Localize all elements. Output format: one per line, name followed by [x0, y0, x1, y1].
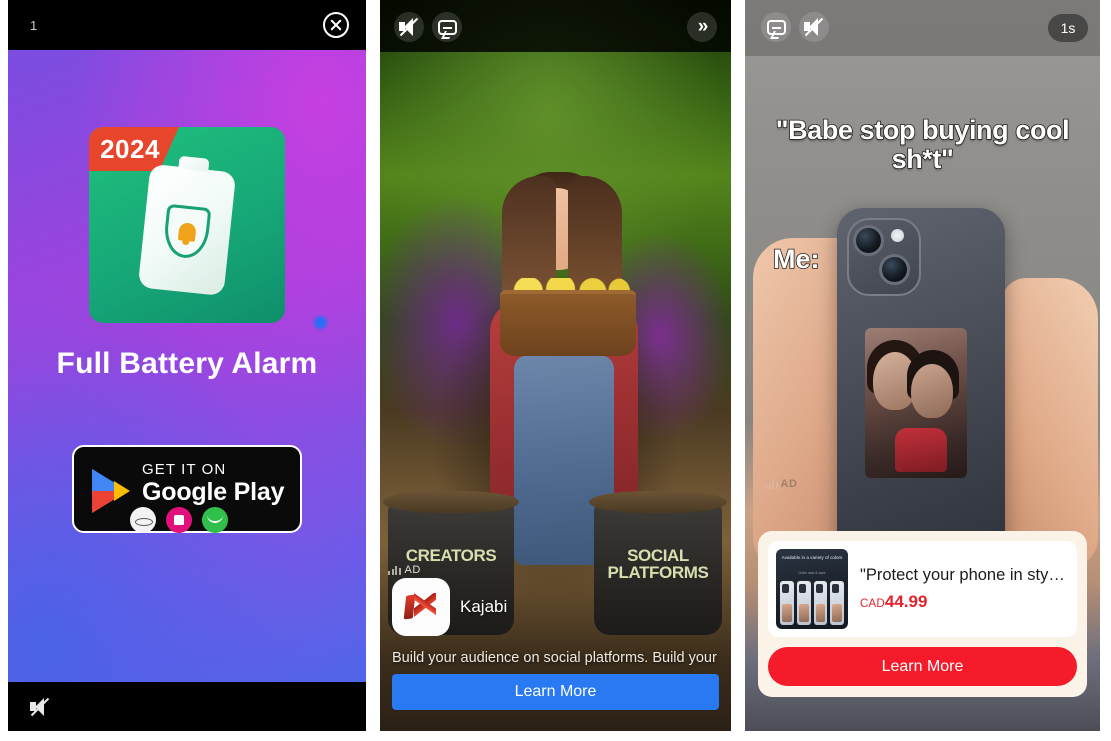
speaker-muted-icon[interactable]: [30, 697, 50, 717]
ad-topbar: »: [380, 0, 731, 52]
bucket-left-label: CREATORS: [405, 546, 497, 565]
ad-watermark: AD: [765, 478, 798, 490]
currency-label: CAD: [860, 598, 885, 610]
kajabi-logo-icon: [392, 578, 450, 636]
ad-bottombar: [8, 682, 366, 731]
caption-bubble-icon[interactable]: [432, 12, 462, 42]
speaker-muted-icon[interactable]: [394, 12, 424, 42]
product-title: "Protect your phone in sty…: [860, 566, 1065, 584]
google-play-button[interactable]: GET IT ON Google Play: [72, 445, 302, 533]
learn-more-button[interactable]: Learn More: [768, 647, 1077, 686]
ad-description: Build your audience on social platforms.…: [392, 650, 719, 666]
ad-topbar: 1: [8, 0, 366, 50]
panel-phonecase-ad: "Babe stop buying cool sh*t" Me: AD 1s A…: [745, 0, 1100, 731]
thumbnail-subline: Order now & save: [798, 571, 826, 575]
ad-screenshot-grid: 2024 Full Battery Alarm GET IT ON Google…: [0, 0, 1111, 741]
ad-disclosure-tag: AD: [388, 564, 421, 576]
panel-kajabi-ad: CREATORS SOCIAL PLATFORMS » AD Kajabi Bu…: [380, 0, 731, 731]
google-play-icon-accent: [114, 481, 130, 501]
product-thumbnail: Available in a variety of colors Order n…: [776, 549, 848, 629]
oem-badge-row: [130, 507, 228, 533]
hand-right: [1002, 278, 1098, 568]
sponsored-bars-icon: [765, 479, 778, 489]
samsung-icon: [130, 507, 156, 533]
phone-device: [837, 208, 1005, 564]
speaker-muted-icon[interactable]: [799, 12, 829, 42]
ad-creative-surface[interactable]: 2024 Full Battery Alarm GET IT ON Google…: [8, 50, 366, 682]
skip-label: »: [697, 16, 708, 37]
product-card[interactable]: Available in a variety of colors Order n…: [758, 531, 1087, 697]
app-icon: 2024: [89, 127, 285, 323]
store-name-label: Google Play: [142, 478, 285, 506]
skip-forward-button[interactable]: »: [687, 12, 717, 42]
case-printed-photo: [865, 328, 967, 478]
camera-lens-icon: [879, 254, 910, 285]
ad-timer-badge: 1s: [1048, 14, 1088, 42]
camera-flash-icon: [891, 229, 904, 242]
ad-label: AD: [404, 564, 421, 576]
ad-label: AD: [780, 478, 798, 490]
store-eyebrow-label: GET IT ON: [142, 461, 227, 478]
panel-playable-ad: 2024 Full Battery Alarm GET IT ON Google…: [8, 0, 366, 731]
advertiser-row[interactable]: Kajabi: [392, 578, 507, 636]
bell-icon: [177, 222, 197, 243]
shield-icon: [162, 204, 212, 261]
meme-quote-text: "Babe stop buying cool sh*t": [775, 115, 1071, 175]
xiaomi-icon: [166, 507, 192, 533]
thumbnail-headline: Available in a variety of colors: [781, 555, 843, 560]
battery-icon: [137, 163, 237, 297]
basket: [500, 290, 636, 356]
cursor-dot-indicator: [314, 316, 327, 329]
camera-module: [847, 218, 921, 296]
ad-counter: 1: [30, 18, 38, 33]
sponsored-bars-icon: [388, 565, 401, 575]
oppo-icon: [202, 507, 228, 533]
bucket-right-label: SOCIAL PLATFORMS: [607, 546, 709, 582]
caption-bubble-icon[interactable]: [761, 12, 791, 42]
camera-lens-icon: [853, 225, 884, 256]
advertiser-name: Kajabi: [460, 597, 508, 616]
close-circle-icon[interactable]: [323, 12, 349, 38]
meme-reply-text: Me:: [772, 243, 820, 275]
app-title: Full Battery Alarm: [56, 347, 318, 380]
ad-topbar: 1s: [745, 0, 1100, 56]
product-card-inner[interactable]: Available in a variety of colors Order n…: [768, 541, 1077, 637]
product-price: CAD44.99: [860, 592, 1067, 612]
product-info: "Protect your phone in sty… CAD44.99: [860, 566, 1067, 612]
learn-more-button[interactable]: Learn More: [392, 674, 719, 710]
price-value: 44.99: [884, 592, 928, 611]
bucket-right: SOCIAL PLATFORMS: [589, 491, 727, 635]
thumbnail-cases: [780, 581, 844, 625]
